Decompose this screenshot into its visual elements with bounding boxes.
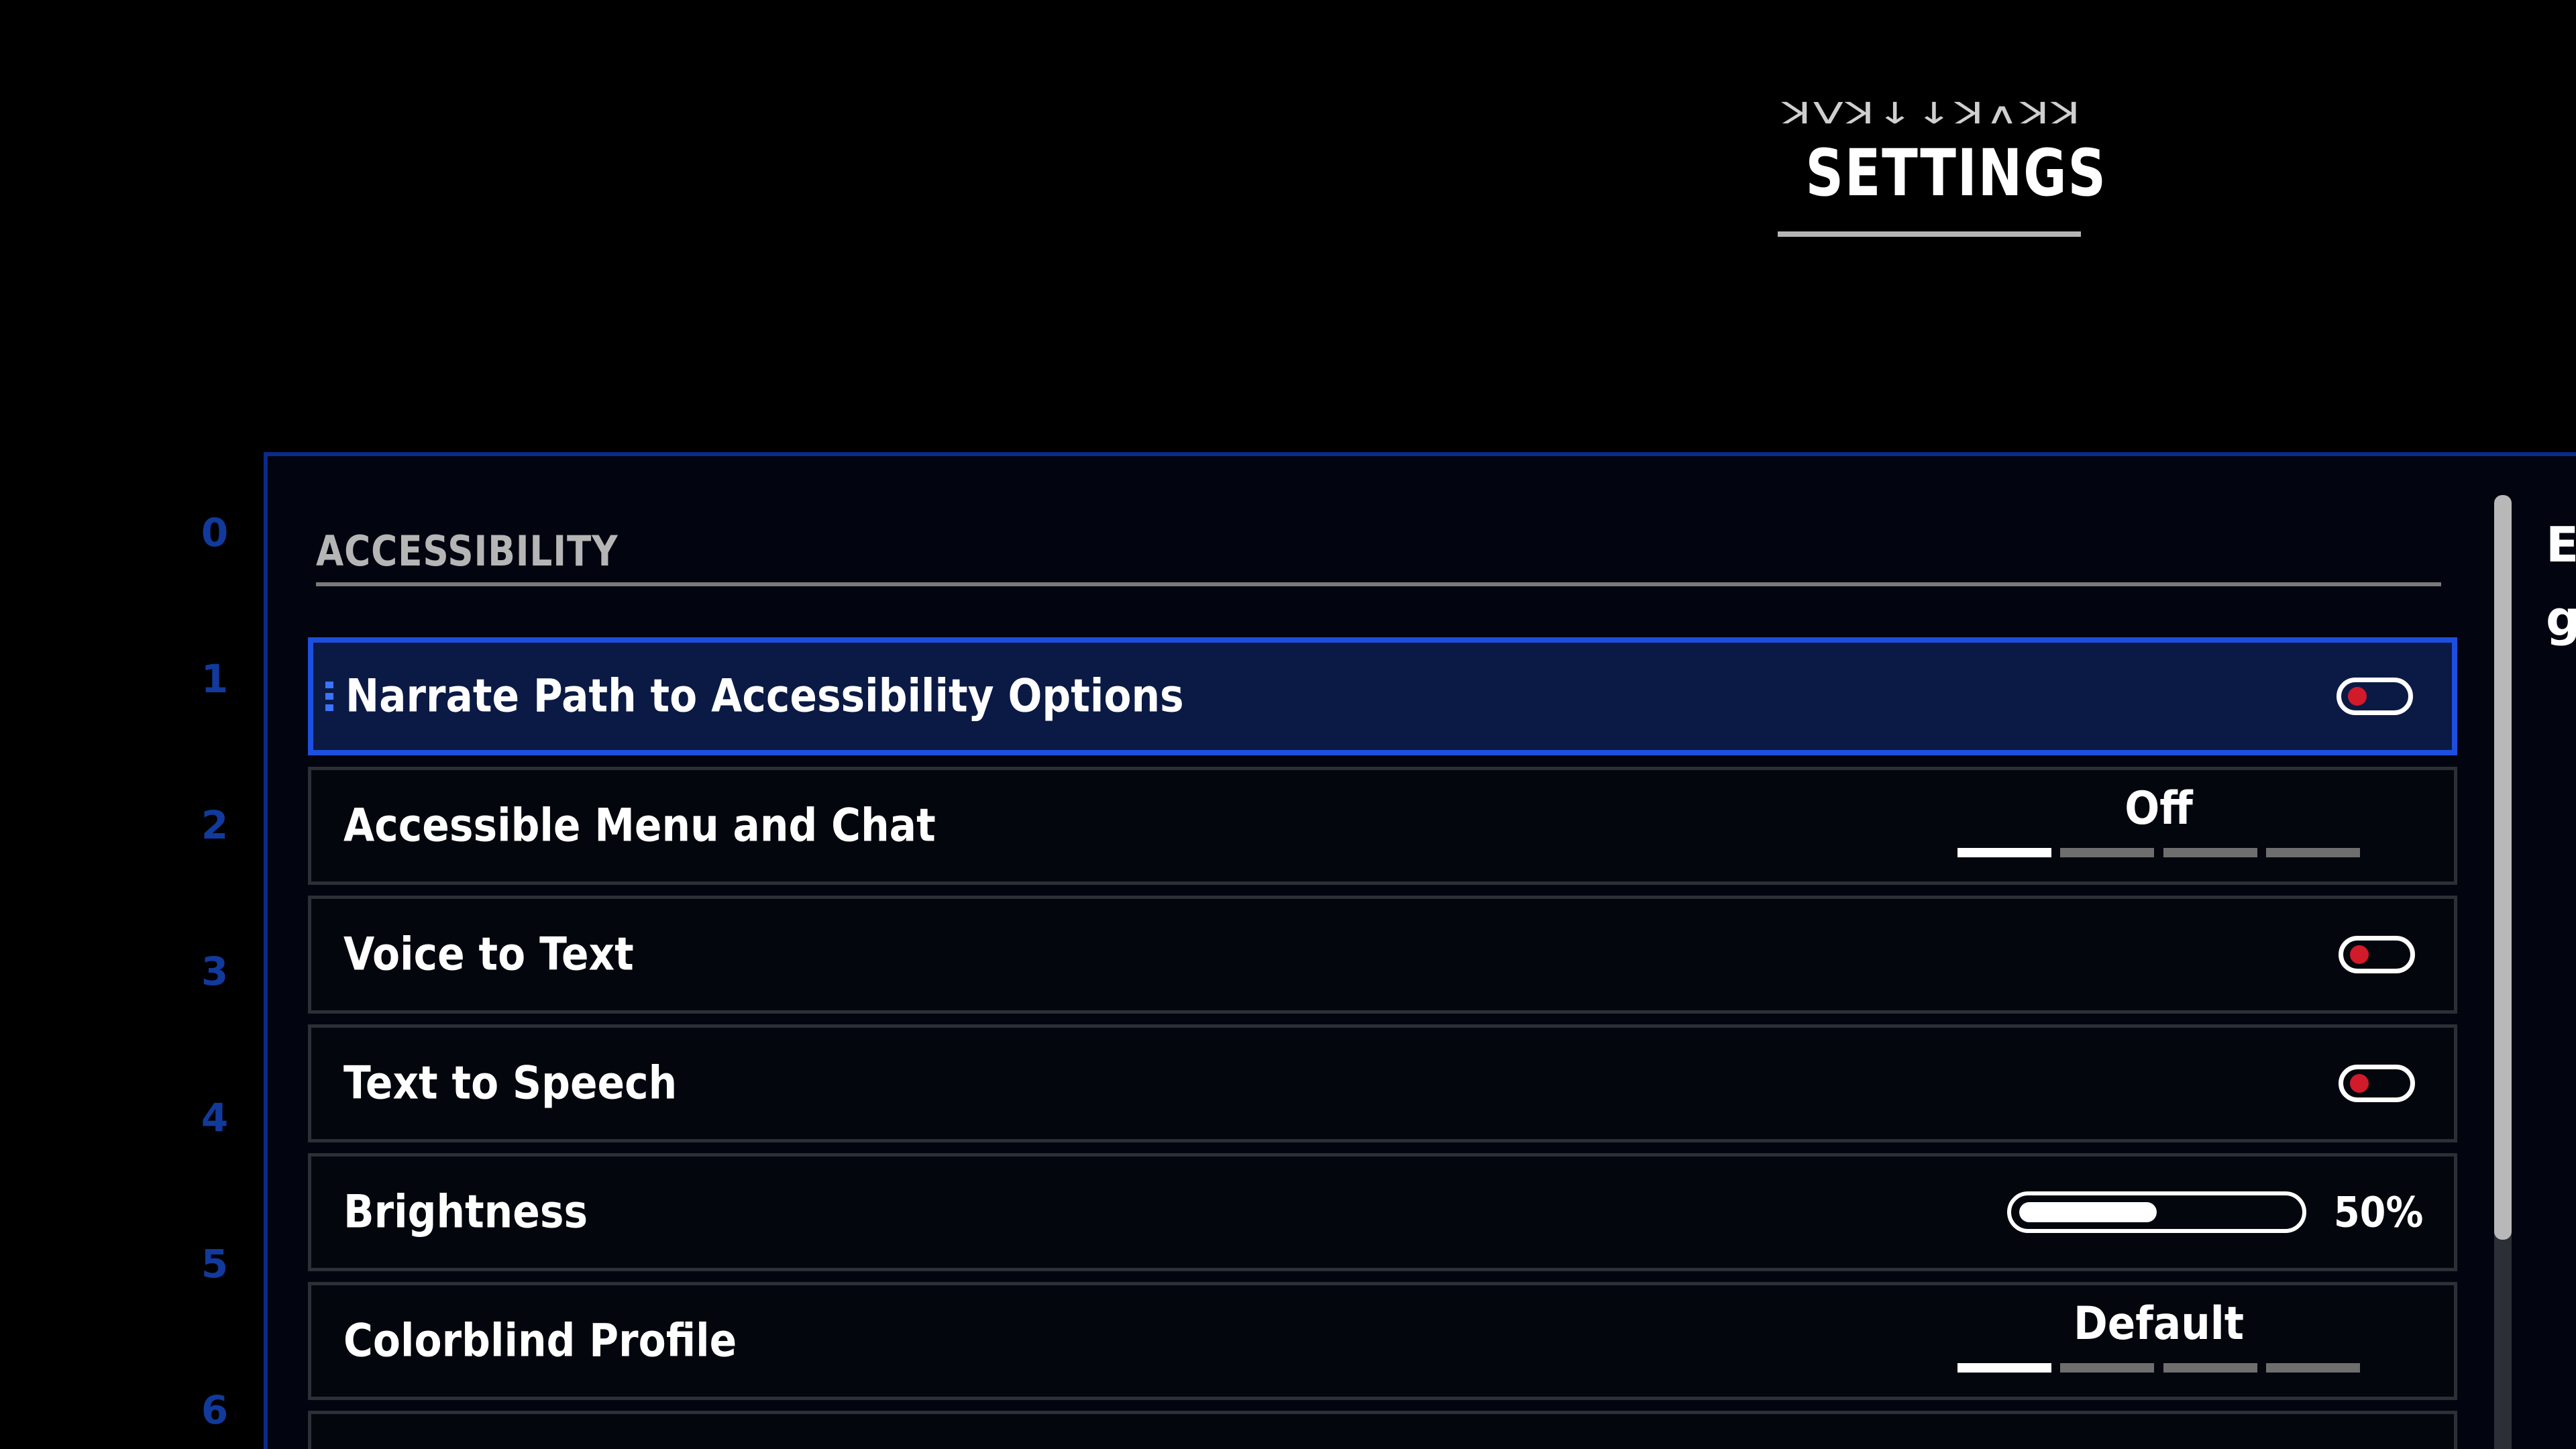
brightness-slider[interactable] xyxy=(2007,1191,2306,1233)
selector-pips xyxy=(1957,1363,2360,1373)
rail-item-4[interactable]: 4 xyxy=(195,1095,235,1140)
rail-item-0[interactable]: 0 xyxy=(195,510,235,555)
selector-pips xyxy=(1957,848,2360,857)
scrollbar-track[interactable] xyxy=(2494,495,2512,1449)
selector-pip xyxy=(1957,1363,2051,1373)
aurebesh-title: ꓘVꓘ↓↓ꓘ∧ꓘꓘ xyxy=(1782,97,2082,131)
title-underline xyxy=(1778,231,2081,237)
selector-pip xyxy=(1957,848,2051,857)
setting-label: Narrate Path to Accessibility Options xyxy=(345,669,1184,723)
setting-label: Accessible Menu and Chat xyxy=(343,799,936,853)
setting-row-brightness[interactable]: Brightness 50% xyxy=(308,1153,2457,1271)
selector-pip xyxy=(2060,848,2155,857)
narrate-path-toggle[interactable] xyxy=(2337,678,2413,715)
voice-to-text-toggle[interactable] xyxy=(2339,936,2415,973)
toggle-off-icon xyxy=(2348,687,2367,706)
setting-row-colorblind-profile[interactable]: Colorblind Profile Default xyxy=(308,1282,2457,1400)
selector-pip xyxy=(2163,1363,2257,1373)
slider-fill xyxy=(2019,1202,2157,1222)
setting-row-accessible-menu[interactable]: Accessible Menu and Chat Off xyxy=(308,767,2457,885)
setting-label: Colorblind Profile xyxy=(343,1314,737,1368)
page-title: SETTINGS xyxy=(1805,136,2107,211)
rail-item-1[interactable]: 1 xyxy=(195,656,235,702)
selector-pip xyxy=(2265,848,2360,857)
toggle-off-icon xyxy=(2350,1074,2369,1093)
setting-label: Voice to Text xyxy=(343,928,634,981)
section-title: ACCESSIBILITY xyxy=(316,527,619,576)
focus-marker-icon xyxy=(325,682,333,711)
accessible-menu-selector[interactable]: Off xyxy=(1957,770,2360,881)
brightness-value: 50% xyxy=(2333,1187,2423,1237)
description-peek-line-1: E xyxy=(2546,517,2576,573)
rail-item-3[interactable]: 3 xyxy=(195,949,235,994)
selector-pip xyxy=(2060,1363,2155,1373)
section-divider xyxy=(316,582,2441,586)
selector-pip xyxy=(2265,1363,2360,1373)
setting-label: Brightness xyxy=(343,1185,588,1239)
rail-item-5[interactable]: 5 xyxy=(195,1241,235,1287)
settings-header: ꓘVꓘ↓↓ꓘ∧ꓘꓘ SETTINGS xyxy=(1778,97,2107,237)
description-peek-line-2: g xyxy=(2546,590,2576,647)
colorblind-profile-selector[interactable]: Default xyxy=(1957,1285,2360,1397)
rail-item-6[interactable]: 6 xyxy=(195,1387,235,1433)
rail-item-2[interactable]: 2 xyxy=(195,802,235,848)
setting-row-voice-to-text[interactable]: Voice to Text xyxy=(308,896,2457,1014)
setting-row-partial[interactable] xyxy=(308,1411,2457,1449)
toggle-off-icon xyxy=(2350,945,2369,964)
selector-value: Off xyxy=(2125,782,2193,835)
setting-row-narrate-path[interactable]: Narrate Path to Accessibility Options xyxy=(308,637,2457,755)
selector-pip xyxy=(2163,848,2257,857)
scrollbar-thumb[interactable] xyxy=(2494,495,2512,1240)
selector-value: Default xyxy=(2073,1297,2245,1350)
setting-row-text-to-speech[interactable]: Text to Speech xyxy=(308,1024,2457,1142)
text-to-speech-toggle[interactable] xyxy=(2339,1065,2415,1102)
setting-label: Text to Speech xyxy=(343,1057,678,1110)
